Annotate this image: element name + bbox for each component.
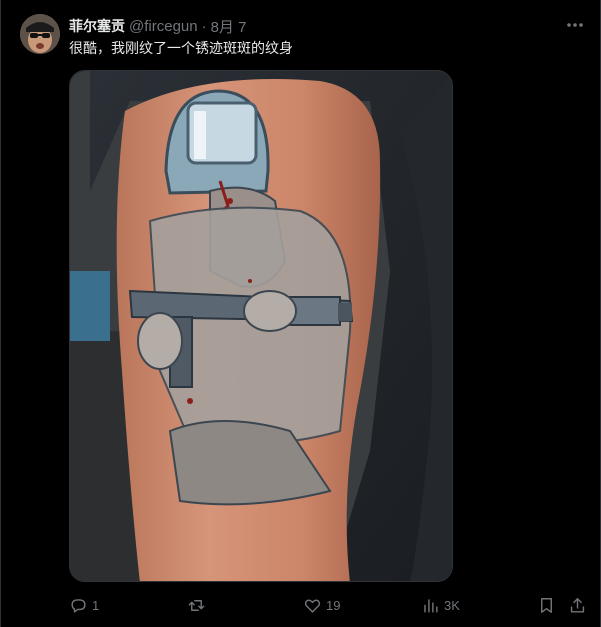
tweet[interactable]: 菲尔塞贡 @fircegun · 8月 7 很酷，我刚纹了一个锈迹斑斑的纹身 1… xyxy=(0,0,601,627)
share-icon xyxy=(570,597,585,613)
avatar-image xyxy=(20,14,60,54)
reply-icon xyxy=(71,598,86,613)
separator-dot: · xyxy=(201,17,207,35)
author-handle[interactable]: @fircegun xyxy=(129,18,198,35)
like-count: 19 xyxy=(326,597,341,613)
reply-count: 1 xyxy=(92,597,100,613)
more-icon xyxy=(567,23,583,27)
reply-button[interactable]: 1 xyxy=(69,594,99,616)
repost-icon xyxy=(188,599,205,611)
tweet-photo[interactable] xyxy=(69,70,453,582)
share-button[interactable] xyxy=(568,594,587,616)
tweet-text: 很酷，我刚纹了一个锈迹斑斑的纹身 xyxy=(69,41,293,57)
post-date[interactable]: 8月 7 xyxy=(211,16,247,37)
more-button[interactable] xyxy=(564,16,586,34)
repost-button[interactable] xyxy=(187,594,210,616)
bookmark-button[interactable] xyxy=(537,594,556,616)
views-icon xyxy=(424,598,438,613)
like-icon xyxy=(304,599,321,613)
author-display-name[interactable]: 菲尔塞贡 xyxy=(69,16,125,36)
bookmark-icon xyxy=(541,597,552,613)
action-bar: 1 19 3K xyxy=(69,594,589,616)
views-count: 3K xyxy=(444,597,460,613)
tattoo-photo xyxy=(70,71,452,581)
like-button[interactable]: 19 xyxy=(303,594,340,616)
tweet-header: 菲尔塞贡 @fircegun · 8月 7 xyxy=(69,16,560,36)
views-button[interactable]: 3K xyxy=(421,594,460,616)
avatar[interactable] xyxy=(20,14,60,54)
